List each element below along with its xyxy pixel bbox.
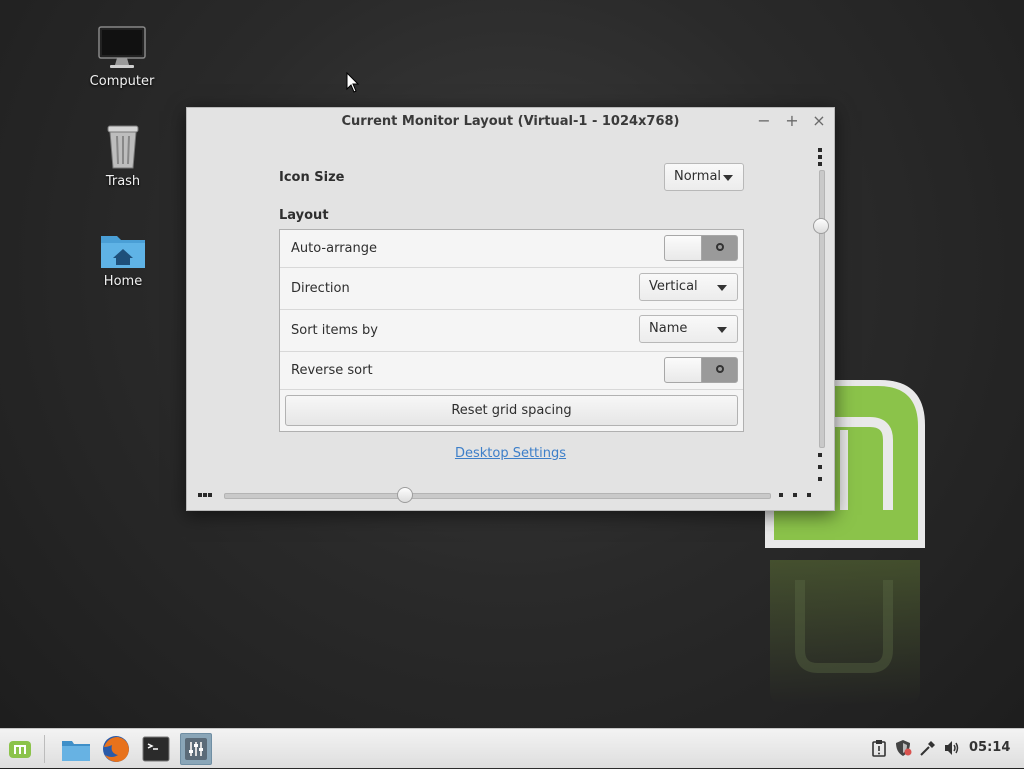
window-titlebar[interactable]: Current Monitor Layout (Virtual-1 - 1024… (187, 108, 834, 136)
icon-size-value: Normal (674, 169, 722, 184)
desktop-icon-trash[interactable]: Trash (78, 120, 168, 189)
switch-off-icon (716, 243, 724, 251)
desktop-icon-label: Computer (89, 74, 155, 89)
bottom-panel: 05:14 (0, 728, 1024, 768)
direction-value: Vertical (649, 279, 698, 294)
horizontal-slider-dots-icon (779, 493, 811, 497)
sort-items-dropdown[interactable]: Name (639, 315, 738, 343)
firefox-launcher[interactable] (100, 733, 132, 765)
layout-heading: Layout (279, 208, 329, 223)
reverse-sort-switch[interactable] (664, 357, 738, 383)
desktop-settings-link[interactable]: Desktop Settings (187, 446, 834, 461)
computer-icon (77, 20, 167, 70)
reset-grid-spacing-button[interactable]: Reset grid spacing (285, 395, 738, 426)
chevron-down-icon (723, 175, 733, 181)
switch-knob (665, 358, 702, 382)
trash-icon (78, 120, 168, 170)
menu-button[interactable] (4, 733, 36, 765)
clipboard-icon[interactable] (870, 739, 888, 757)
horizontal-spacing-slider[interactable] (224, 493, 771, 499)
horizontal-slider-handle[interactable] (396, 487, 413, 503)
chevron-down-icon (717, 285, 727, 291)
vertical-slider-handle[interactable] (813, 217, 829, 234)
desktop-icon-label: Trash (105, 174, 141, 189)
firefox-icon (103, 736, 129, 762)
direction-row: Direction Vertical (280, 268, 743, 310)
switch-knob (665, 236, 702, 260)
desktop-settings-link-text[interactable]: Desktop Settings (455, 446, 566, 461)
vertical-spacing-slider[interactable] (819, 170, 825, 448)
sort-items-row: Sort items by Name (280, 310, 743, 352)
desktop-icon-computer[interactable]: Computer (77, 20, 167, 89)
network-icon[interactable] (919, 739, 937, 757)
horizontal-slider-dots-icon (198, 493, 212, 497)
auto-arrange-row: Auto-arrange (280, 230, 743, 268)
icon-size-label: Icon Size (279, 170, 345, 185)
close-button[interactable]: × (810, 112, 828, 130)
file-manager-icon (62, 741, 90, 761)
window-title: Current Monitor Layout (Virtual-1 - 1024… (341, 114, 680, 129)
desktop-settings-icon (185, 738, 207, 760)
panel-separator (44, 735, 45, 763)
icon-size-dropdown[interactable]: Normal (664, 163, 744, 191)
vertical-slider-dots-icon (818, 148, 822, 166)
maximize-button[interactable]: + (783, 112, 801, 130)
menu-icon (9, 741, 31, 758)
auto-arrange-switch[interactable] (664, 235, 738, 261)
auto-arrange-label: Auto-arrange (291, 241, 377, 256)
minimize-button[interactable]: − (755, 112, 773, 130)
file-manager-launcher[interactable] (60, 733, 92, 765)
vertical-slider-dots-icon (818, 453, 822, 481)
terminal-launcher[interactable] (140, 733, 172, 765)
switch-off-icon (716, 365, 724, 373)
sort-items-value: Name (649, 321, 688, 336)
home-folder-icon (78, 220, 168, 270)
direction-label: Direction (291, 281, 350, 296)
desktop-settings-task-button[interactable] (180, 733, 212, 765)
volume-icon[interactable] (943, 739, 961, 757)
update-shield-icon[interactable] (894, 739, 912, 757)
desktop-icon-label: Home (103, 274, 143, 289)
reverse-sort-row: Reverse sort (280, 352, 743, 390)
desktop-icon-home[interactable]: Home (78, 220, 168, 289)
reverse-sort-label: Reverse sort (291, 363, 373, 378)
panel-clock[interactable]: 05:14 (969, 740, 1010, 755)
mouse-pointer-icon (346, 72, 360, 93)
sort-items-label: Sort items by (291, 323, 379, 338)
terminal-icon (142, 736, 170, 762)
layout-settings-list: Auto-arrange Direction Vertical Sort ite… (279, 229, 744, 432)
chevron-down-icon (717, 327, 727, 333)
monitor-layout-window: Current Monitor Layout (Virtual-1 - 1024… (186, 107, 835, 511)
direction-dropdown[interactable]: Vertical (639, 273, 738, 301)
